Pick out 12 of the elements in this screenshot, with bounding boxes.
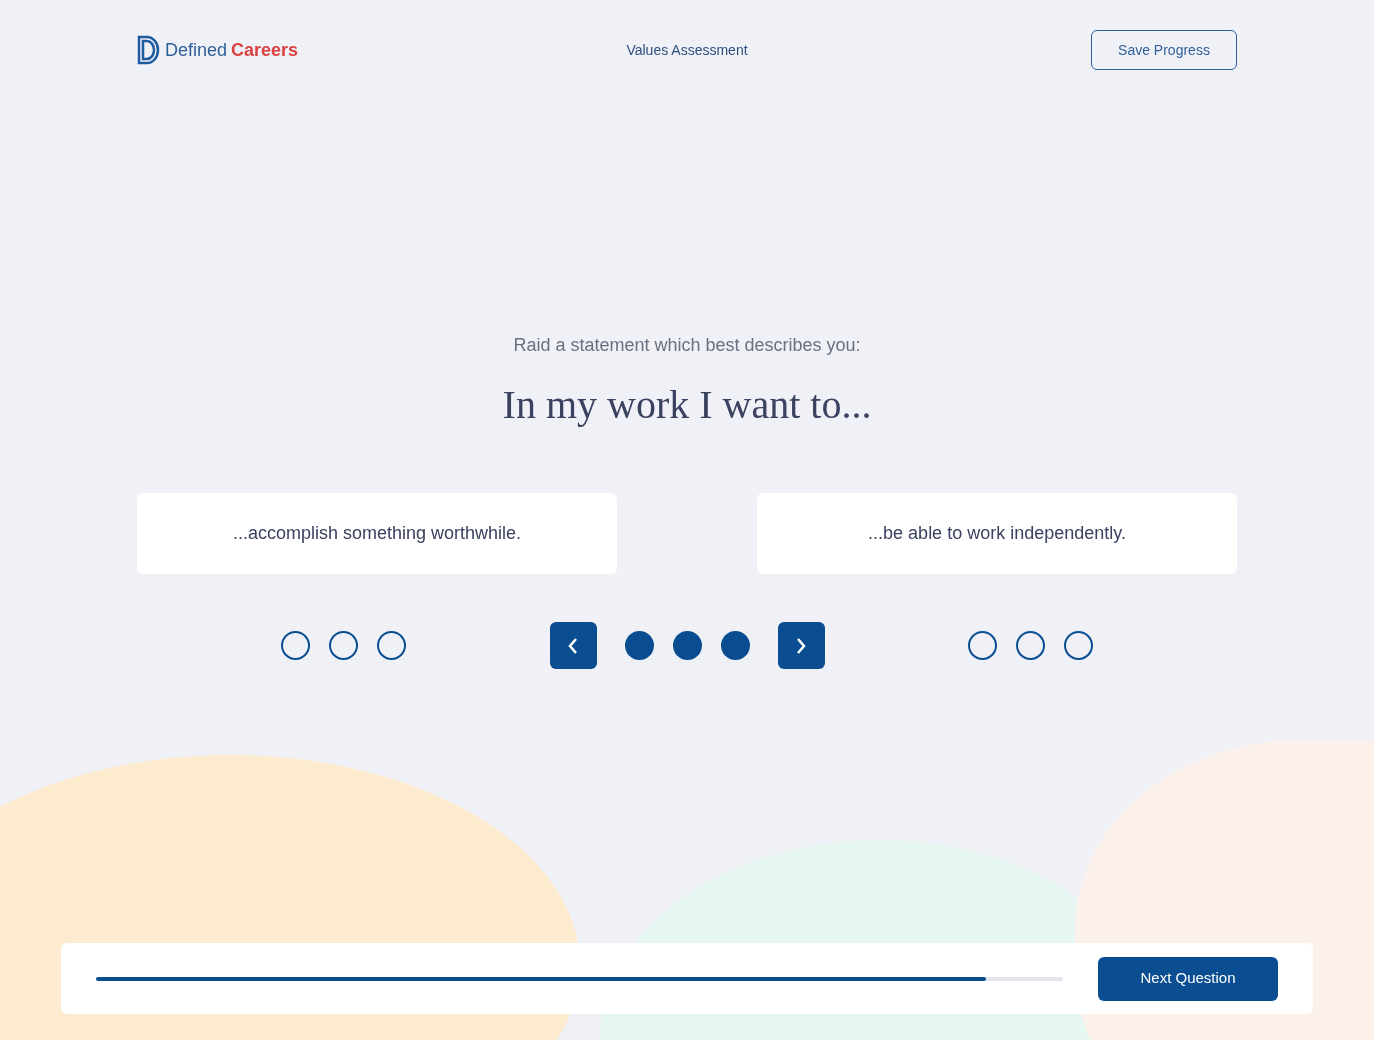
question-heading: In my work I want to... [502, 381, 872, 429]
next-button[interactable] [777, 622, 825, 669]
save-progress-button[interactable]: Save Progress [1091, 30, 1237, 70]
instruction-text: Raid a statement which best describes you: [513, 334, 861, 357]
page-title: Values Assessment [626, 40, 748, 60]
answer-option[interactable]: ...be able to work independently. [757, 493, 1237, 574]
brand-name: Defined [165, 38, 228, 62]
previous-button[interactable] [549, 622, 597, 669]
answer-option[interactable]: ...accomplish something worthwhile. [137, 493, 617, 574]
brand-name: Careers [231, 38, 299, 62]
next-question-button[interactable]: Next Question [1098, 956, 1278, 1001]
logo-icon [137, 35, 161, 65]
